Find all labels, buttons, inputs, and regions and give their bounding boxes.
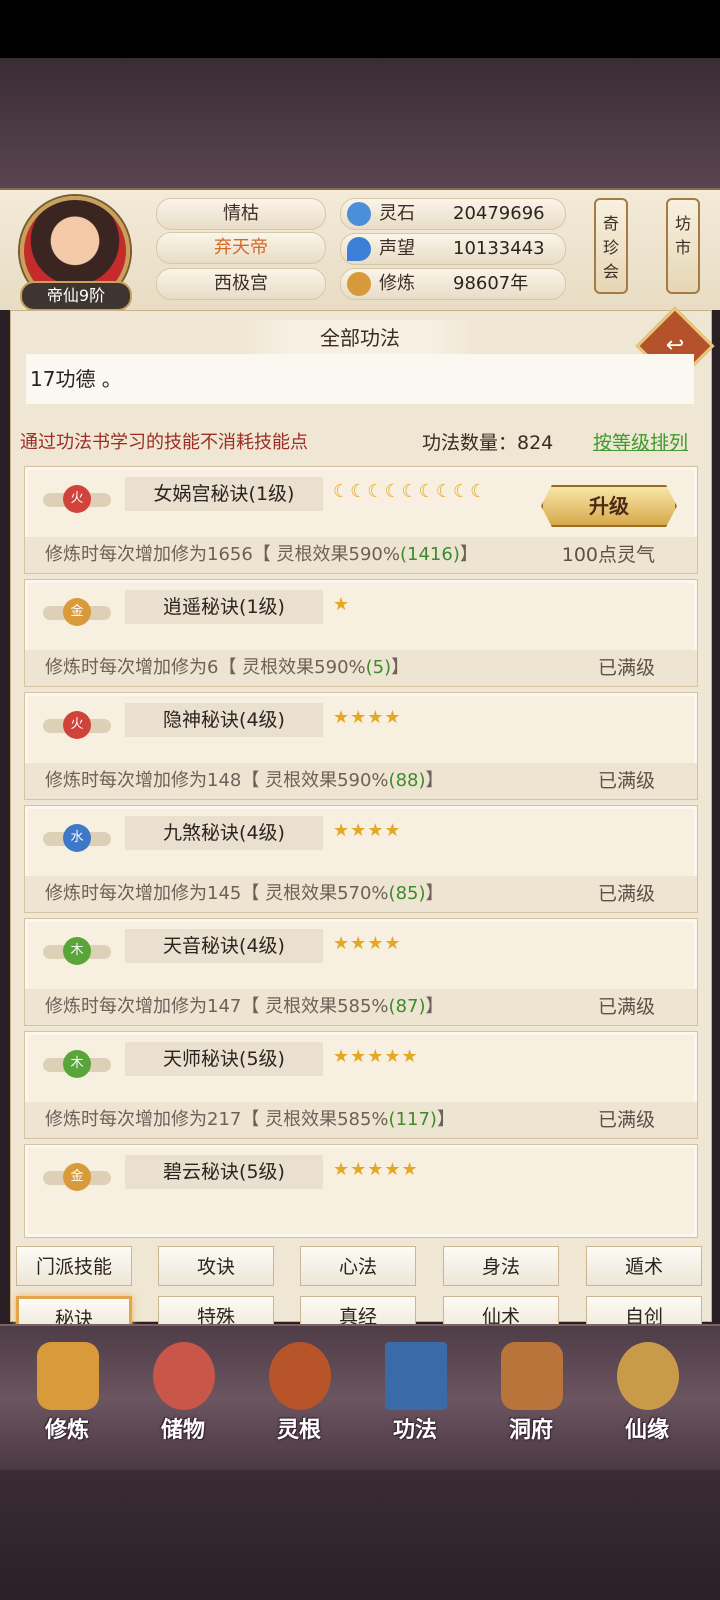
player-title: 弃天帝: [156, 232, 326, 264]
cave-dwelling-icon: [501, 1342, 563, 1410]
nav-techniques[interactable]: 功法: [360, 1330, 470, 1460]
element-metal-icon: 金: [43, 594, 111, 636]
skill-description: 修炼时每次增加修为148【 灵根效果590%(88)】: [25, 763, 697, 799]
skill-card[interactable]: 火 女娲宫秘诀(1级) ☾☾☾☾☾☾☾☾☾ 升级 修炼时每次增加修为1656【 …: [24, 466, 698, 574]
player-rank-badge: 帝仙9阶: [20, 281, 132, 311]
skill-card[interactable]: 木 天师秘诀(5级) ★★★★★ 修炼时每次增加修为217【 灵根效果585%(…: [24, 1031, 698, 1139]
skill-description: 修炼时每次增加修为217【 灵根效果585%(117)】: [25, 1102, 697, 1138]
skill-rating-stars: ★★★★★: [333, 1159, 419, 1180]
immortal-fate-icon: [617, 1342, 679, 1410]
learning-hint: 通过功法书学习的技能不消耗技能点: [20, 432, 308, 453]
skill-status: 已满级: [597, 883, 655, 905]
skill-name: 逍遥秘诀(1级): [125, 590, 323, 624]
storage-bag-icon: [153, 1342, 215, 1410]
prestige-icon: [347, 237, 371, 261]
upgrade-button[interactable]: 升级: [541, 485, 677, 527]
bottom-background: [0, 1470, 720, 1600]
technique-count: 功法数量：824: [422, 432, 554, 454]
nav-spirit-root[interactable]: 灵根: [244, 1330, 354, 1460]
skill-card[interactable]: 木 天音秘诀(4级) ★★★★ 修炼时每次增加修为147【 灵根效果585%(8…: [24, 918, 698, 1026]
nav-storage[interactable]: 储物: [128, 1330, 238, 1460]
player-name: 情枯: [156, 198, 326, 230]
element-water-icon: 水: [43, 820, 111, 862]
treasure-pavilion-button[interactable]: 奇珍会: [594, 198, 628, 294]
tab-mind[interactable]: 心法: [300, 1246, 416, 1286]
skill-status: 已满级: [597, 1109, 655, 1131]
nav-cave-dwelling[interactable]: 洞府: [476, 1330, 586, 1460]
skill-rating-stars: ★★★★: [333, 820, 402, 841]
skill-name: 隐神秘诀(4级): [125, 703, 323, 737]
nav-cultivate[interactable]: 修炼: [12, 1330, 122, 1460]
spirit-root-icon: [269, 1342, 331, 1410]
skill-card[interactable]: 金 碧云秘诀(5级) ★★★★★: [24, 1144, 698, 1238]
tab-escape[interactable]: 遁术: [586, 1246, 702, 1286]
resource-prestige: 声望 10133443: [340, 233, 566, 265]
skill-rating-stars: ★★★★: [333, 707, 402, 728]
skill-description: 修炼时每次增加修为145【 灵根效果570%(85)】: [25, 876, 697, 912]
element-wood-icon: 木: [43, 933, 111, 975]
skill-name: 九煞秘诀(4级): [125, 816, 323, 850]
resource-cultivation: 修炼 98607年: [340, 268, 566, 300]
skill-description: 修炼时每次增加修为147【 灵根效果585%(87)】: [25, 989, 697, 1025]
nav-immortal-fate[interactable]: 仙缘: [592, 1330, 702, 1460]
player-sect: 西极宫: [156, 268, 326, 300]
skill-rating-stars: ★: [333, 594, 351, 615]
meditation-icon: [347, 272, 371, 296]
skill-name: 碧云秘诀(5级): [125, 1155, 323, 1189]
skill-name: 天音秘诀(4级): [125, 929, 323, 963]
technique-book-icon: [385, 1342, 447, 1410]
tab-sect-skills[interactable]: 门派技能: [16, 1246, 132, 1286]
skill-card[interactable]: 金 逍遥秘诀(1级) ★ 修炼时每次增加修为6【 灵根效果590%(5)】 已满…: [24, 579, 698, 687]
market-button[interactable]: 坊市: [666, 198, 700, 294]
skill-card[interactable]: 水 九煞秘诀(4级) ★★★★ 修炼时每次增加修为145【 灵根效果570%(8…: [24, 805, 698, 913]
skill-status: 已满级: [597, 770, 655, 792]
element-fire-icon: 火: [43, 481, 111, 523]
skill-name: 女娲宫秘诀(1级): [125, 477, 323, 511]
skill-rating-stars: ★★★★: [333, 933, 402, 954]
element-fire-icon: 火: [43, 707, 111, 749]
resource-spirit-stone: 灵石 20479696: [340, 198, 566, 230]
spirit-stone-icon: [347, 202, 371, 226]
status-bar: [0, 0, 720, 58]
tab-movement[interactable]: 身法: [443, 1246, 559, 1286]
skill-description: 修炼时每次增加修为6【 灵根效果590%(5)】: [25, 650, 697, 686]
skill-rating-stars: ★★★★★: [333, 1046, 419, 1067]
sort-by-level-link[interactable]: 按等级排列: [593, 428, 688, 455]
panel-title: 全部功法: [240, 320, 480, 356]
tab-attack[interactable]: 攻诀: [158, 1246, 274, 1286]
skill-rating-moons: ☾☾☾☾☾☾☾☾☾: [333, 481, 488, 502]
skill-status: 已满级: [597, 657, 655, 679]
notice-bar: 17功德 。: [26, 354, 694, 404]
skill-cost: 100点灵气: [561, 544, 655, 566]
skill-card[interactable]: 火 隐神秘诀(4级) ★★★★ 修炼时每次增加修为148【 灵根效果590%(8…: [24, 692, 698, 800]
element-metal-icon: 金: [43, 1159, 111, 1201]
top-background: [0, 58, 720, 190]
cultivate-icon: [37, 1342, 99, 1410]
skill-status: 已满级: [597, 996, 655, 1018]
element-wood-icon: 木: [43, 1046, 111, 1088]
skill-name: 天师秘诀(5级): [125, 1042, 323, 1076]
